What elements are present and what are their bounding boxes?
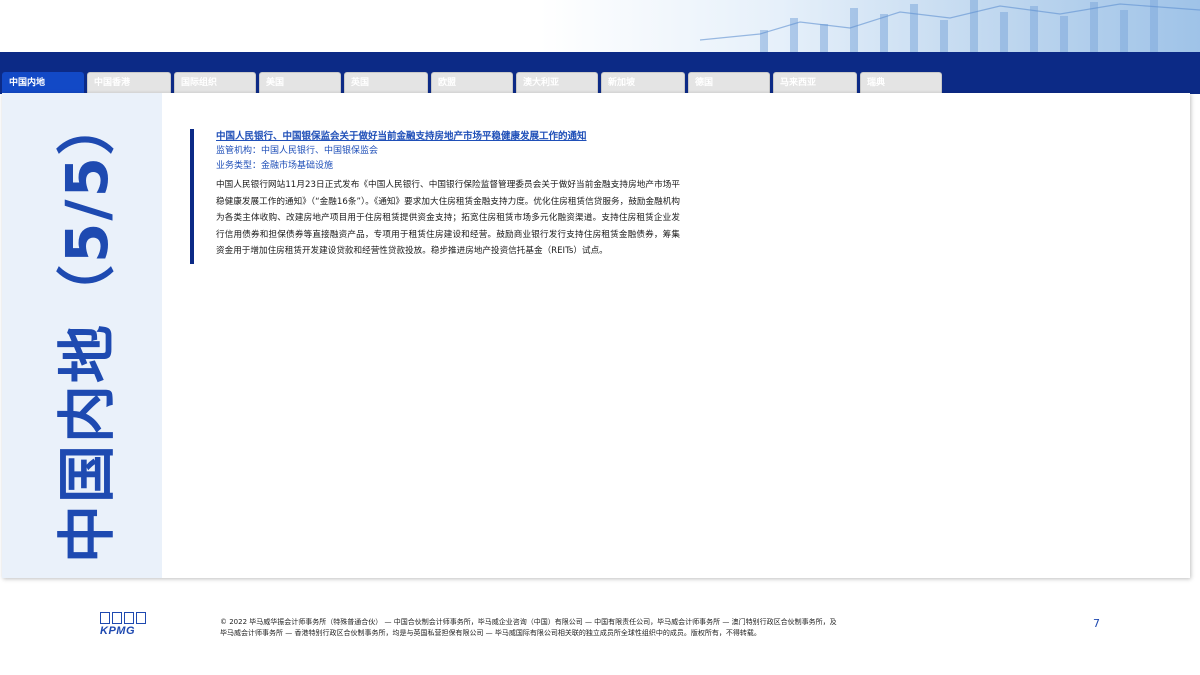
tab-singapore[interactable]: 新加坡 xyxy=(601,72,685,93)
page-number: 7 xyxy=(1093,617,1100,630)
tab-usa[interactable]: 美国 xyxy=(259,72,341,93)
footer-legal-line-1: © 2022 毕马威华振会计师事务所（特殊普通合伙） — 中国合伙制会计师事务所… xyxy=(220,618,837,626)
kpmg-logo: KPMG xyxy=(100,612,150,640)
tab-eu[interactable]: 欧盟 xyxy=(431,72,513,93)
article-headline-link[interactable]: 中国人民银行、中国银保监会关于做好当前金融支持房地产市场平稳健康发展工作的通知 xyxy=(216,129,680,144)
footer-legal-text: © 2022 毕马威华振会计师事务所（特殊普通合伙） — 中国合伙制会计师事务所… xyxy=(220,617,1000,639)
tab-uk[interactable]: 英国 xyxy=(344,72,428,93)
article-regulator: 监管机构：中国人民银行、中国银保监会 xyxy=(216,146,379,156)
header-banner xyxy=(0,0,1200,52)
tab-malaysia[interactable]: 马来西亚 xyxy=(773,72,857,93)
tab-australia[interactable]: 澳大利亚 xyxy=(516,72,598,93)
article-body: 中国人民银行网站11月23日正式发布《中国人民银行、中国银行保险监督管理委员会关… xyxy=(216,180,680,256)
section-title: 中国内地（5/5） xyxy=(53,95,121,563)
kpmg-logo-boxes-icon xyxy=(100,612,150,624)
kpmg-logo-text: KPMG xyxy=(100,625,135,637)
region-tabs: 中国内地 中国香港 国际组织 美国 英国 欧盟 澳大利亚 新加坡 德国 马来西亚… xyxy=(2,72,945,93)
tab-china-mainland[interactable]: 中国内地 xyxy=(2,72,84,93)
tab-germany[interactable]: 德国 xyxy=(688,72,770,93)
tab-international-orgs[interactable]: 国际组织 xyxy=(174,72,256,93)
tab-hong-kong[interactable]: 中国香港 xyxy=(87,72,171,93)
regulation-article: 中国人民银行、中国银保监会关于做好当前金融支持房地产市场平稳健康发展工作的通知 … xyxy=(190,129,680,264)
footer-legal-line-2: 毕马威会计师事务所 — 香港特别行政区合伙制事务所，均是与英国私营担保有限公司 … xyxy=(220,629,761,637)
content-frame: 中国内地（5/5） 中国人民银行、中国银保监会关于做好当前金融支持房地产市场平稳… xyxy=(2,93,1190,578)
side-panel: 中国内地（5/5） xyxy=(2,93,162,578)
tab-sweden[interactable]: 瑞典 xyxy=(860,72,942,93)
banner-chart-graphic xyxy=(699,0,1200,52)
article-business-type: 业务类型：金融市场基础设施 xyxy=(216,161,334,171)
